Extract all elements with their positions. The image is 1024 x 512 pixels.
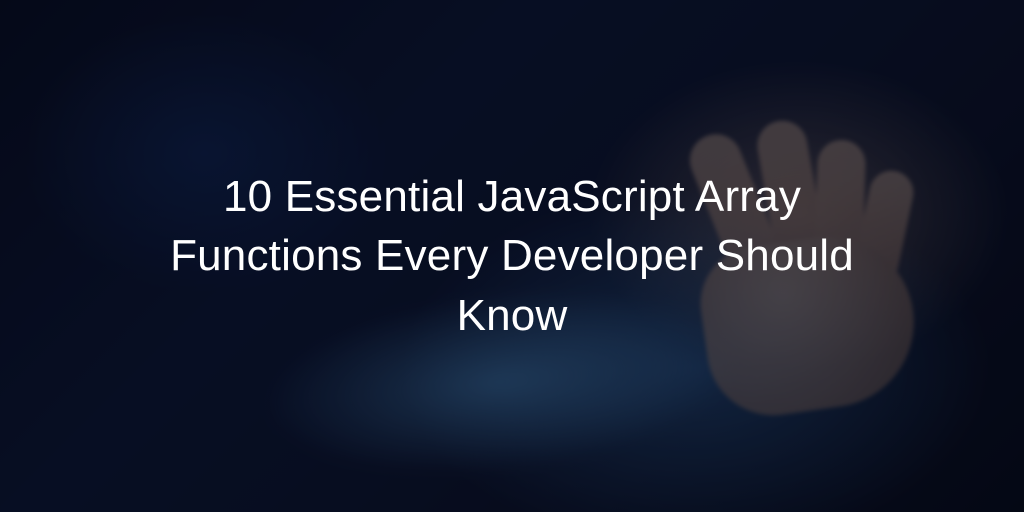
hero-title: 10 Essential JavaScript Array Functions …: [102, 167, 922, 345]
hero-banner: 10 Essential JavaScript Array Functions …: [0, 0, 1024, 512]
